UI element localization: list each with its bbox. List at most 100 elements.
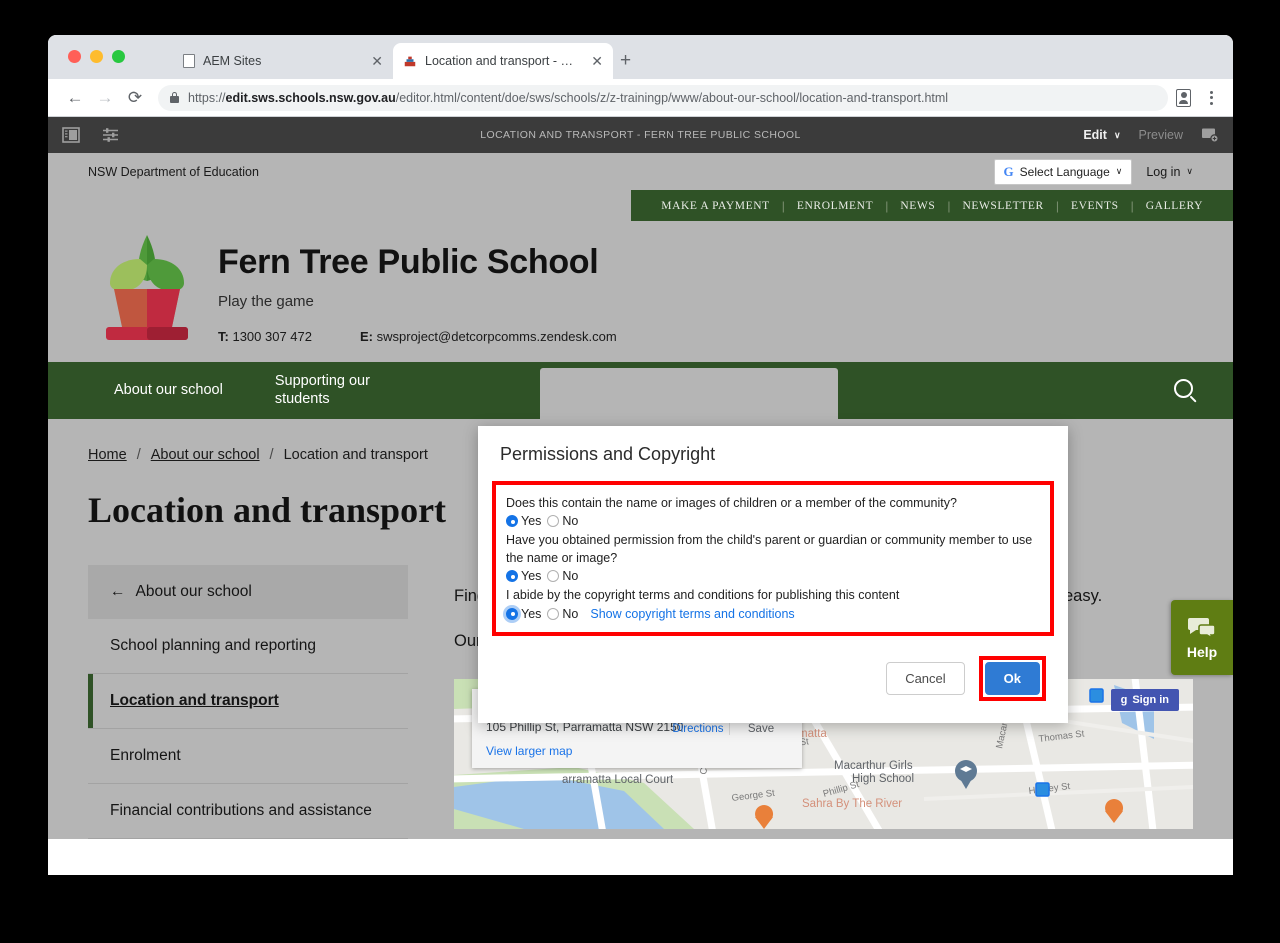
maximize-window-button[interactable]: [112, 50, 125, 63]
util-nav-news[interactable]: NEWS: [888, 200, 947, 212]
radio-button-selected[interactable]: [506, 607, 518, 620]
url-input[interactable]: https://edit.sws.schools.nsw.gov.au/edit…: [158, 84, 1168, 111]
main-navigation: About our school Supporting our students: [48, 362, 1233, 419]
school-tagline: Play the game: [218, 293, 314, 310]
sidebar-item-enrolment[interactable]: Enrolment: [88, 729, 408, 784]
radio-button[interactable]: [547, 570, 560, 583]
help-widget[interactable]: Help: [1171, 600, 1233, 675]
util-nav-gallery[interactable]: GALLERY: [1134, 200, 1215, 212]
util-nav-enrolment[interactable]: ENROLMENT: [785, 200, 885, 212]
util-nav-make-a-payment[interactable]: MAKE A PAYMENT: [649, 200, 782, 212]
nav-item-about-our-school[interactable]: About our school: [88, 382, 249, 399]
radio-button-selected[interactable]: [506, 570, 518, 583]
permissions-and-copyright-dialog: Permissions and Copyright Does this cont…: [478, 426, 1068, 723]
breadcrumb-item-about-our-school[interactable]: About our school: [151, 447, 260, 463]
address-bar: ← → ⟳ https://edit.sws.schools.nsw.gov.a…: [48, 79, 1233, 117]
sliders-icon[interactable]: [102, 127, 120, 143]
language-selector[interactable]: G Select Language ∨: [993, 158, 1133, 185]
department-name: NSW Department of Education: [88, 164, 259, 179]
cancel-button[interactable]: Cancel: [886, 661, 965, 695]
browser-tab-location-and-transport[interactable]: Location and transport - Fern T ✕: [393, 43, 613, 79]
chevron-down-icon: ∨: [1186, 166, 1193, 176]
school-name: Fern Tree Public School: [218, 243, 599, 281]
radio-label: Yes: [521, 606, 542, 621]
radio-yes-1[interactable]: Yes: [506, 514, 541, 528]
sidebar-item-label: Location and transport: [110, 692, 279, 709]
sidebar-back-label: About our school: [135, 583, 252, 600]
radio-group-2: Yes No: [506, 569, 1040, 583]
sidebar-item-school-planning-and-reporting[interactable]: School planning and reporting: [88, 619, 408, 674]
chevron-down-icon: ∨: [1113, 129, 1121, 140]
radio-label: No: [562, 514, 579, 529]
url-text: https://edit.sws.schools.nsw.gov.au/edit…: [188, 91, 948, 105]
svg-text:arramatta Local Court: arramatta Local Court: [562, 774, 674, 786]
profile-card-icon[interactable]: [1176, 88, 1191, 107]
show-copyright-terms-link[interactable]: Show copyright terms and conditions: [590, 607, 794, 621]
new-tab-button[interactable]: +: [620, 51, 631, 70]
radio-no-1[interactable]: No: [547, 514, 578, 528]
chat-bubbles-icon: [1188, 617, 1216, 640]
close-tab-button[interactable]: ✕: [581, 54, 603, 68]
aem-page-title: LOCATION AND TRANSPORT - FERN TREE PUBLI…: [480, 129, 801, 141]
ok-button-highlight: Ok: [978, 655, 1046, 701]
browser-tab-aem-sites[interactable]: AEM Sites ✕: [173, 43, 393, 79]
sidebar-item-label: Financial contributions and assistance: [110, 802, 372, 819]
search-icon[interactable]: [1174, 378, 1193, 403]
edit-mode-selector[interactable]: Edit ∨: [1083, 128, 1120, 142]
sidebar-item-financial-contributions-and-assistance[interactable]: Financial contributions and assistance: [88, 784, 408, 839]
back-button[interactable]: ←: [60, 88, 90, 108]
ok-button[interactable]: Ok: [984, 661, 1040, 695]
url-domain: edit.sws.schools.nsw.gov.au: [225, 90, 396, 105]
google-g-icon: G: [1003, 163, 1014, 179]
close-tab-button[interactable]: ✕: [361, 54, 383, 68]
svg-text:Macarthur Girls: Macarthur Girls: [834, 760, 913, 772]
reload-button[interactable]: ⟳: [120, 88, 150, 108]
util-nav-newsletter[interactable]: NEWSLETTER: [950, 200, 1055, 212]
phone-value: 1300 307 472: [232, 329, 312, 344]
radio-yes-3[interactable]: Yes: [506, 607, 541, 621]
email-value[interactable]: swsproject@detcorpcomms.zendesk.com: [377, 329, 617, 344]
window-controls: [68, 50, 125, 63]
help-label: Help: [1186, 643, 1218, 660]
breadcrumb-separator: /: [136, 447, 141, 463]
school-contact: T: 1300 307 472 E: swsproject@detcorpcom…: [218, 329, 617, 344]
utility-nav: MAKE A PAYMENT | ENROLMENT | NEWS | NEWS…: [631, 190, 1233, 221]
forward-button[interactable]: →: [90, 88, 120, 108]
edit-mode-label: Edit: [1083, 128, 1107, 142]
annotations-icon[interactable]: [1201, 127, 1219, 143]
url-scheme: https://: [188, 90, 226, 105]
question-text-3: I abide by the copyright terms and condi…: [506, 588, 900, 603]
document-icon: [183, 54, 195, 68]
save-label: Save: [747, 723, 775, 735]
view-larger-map-link[interactable]: View larger map: [486, 744, 788, 758]
dialog-title: Permissions and Copyright: [500, 444, 716, 464]
radio-button[interactable]: [547, 515, 560, 528]
breadcrumb-item-current: Location and transport: [283, 447, 428, 463]
radio-button[interactable]: [547, 607, 560, 620]
login-menu[interactable]: Log in ∨: [1146, 165, 1193, 179]
sidebar-back-link[interactable]: ← About our school: [88, 565, 408, 619]
util-nav-events[interactable]: EVENTS: [1059, 200, 1131, 212]
radio-yes-2[interactable]: Yes: [506, 569, 541, 583]
close-window-button[interactable]: [68, 50, 81, 63]
kebab-menu-icon[interactable]: [1201, 90, 1221, 105]
preview-button[interactable]: Preview: [1139, 128, 1183, 142]
school-favicon: [404, 56, 416, 67]
nav-item-supporting-our-students[interactable]: Supporting our students: [249, 373, 431, 408]
breadcrumb-item-home[interactable]: Home: [88, 447, 127, 463]
sidebar-item-location-and-transport[interactable]: Location and transport: [88, 674, 408, 729]
minimize-window-button[interactable]: [90, 50, 103, 63]
map-sign-in-button[interactable]: g Sign in: [1110, 689, 1179, 711]
chevron-down-icon: ∨: [1115, 166, 1123, 176]
tab-title: Location and transport - Fern T: [425, 54, 575, 68]
potted-plant-logo: [106, 235, 188, 340]
radio-no-2[interactable]: No: [547, 569, 578, 583]
nav-active-highlight: [540, 368, 838, 419]
panel-toggle-icon[interactable]: [62, 127, 80, 143]
sign-in-label: Sign in: [1132, 694, 1169, 706]
radio-label: Yes: [521, 569, 542, 584]
radio-button-selected[interactable]: [506, 515, 518, 528]
tab-title: AEM Sites: [203, 54, 262, 68]
radio-no-3[interactable]: No: [547, 607, 578, 621]
school-header: MAKE A PAYMENT | ENROLMENT | NEWS | NEWS…: [48, 190, 1233, 362]
